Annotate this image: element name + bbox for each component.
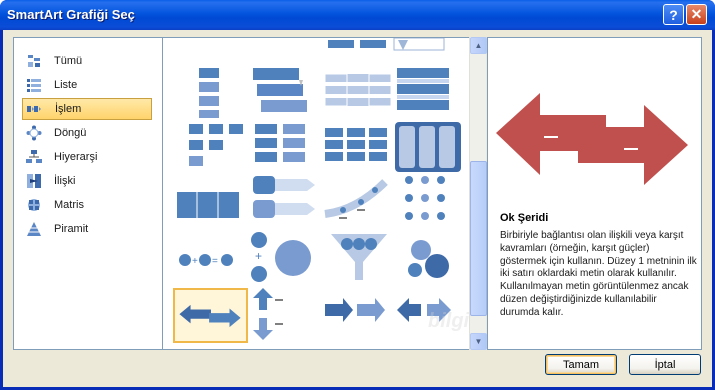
category-label: Döngü: [54, 127, 87, 139]
dialog-window: SmartArt Grafiği Seç ? ✕ Tümü Liste İşle…: [0, 0, 715, 390]
category-label: Tümü: [54, 55, 83, 67]
layout-thumbnail-12[interactable]: + =: [177, 232, 252, 287]
layout-description: Birbiriyle bağlantısı olan ilişkili veya…: [500, 230, 697, 318]
category-item-pyramid[interactable]: Piramit: [22, 218, 152, 240]
layout-thumbnail-5[interactable]: [249, 120, 324, 175]
category-item-list[interactable]: Liste: [22, 74, 152, 96]
matrix-icon: [28, 199, 40, 211]
layout-thumbnail-17[interactable]: [249, 286, 324, 341]
layout-thumbnail-10[interactable]: [321, 170, 396, 225]
pyramid-icon: [27, 222, 41, 236]
all-icon: [28, 55, 40, 67]
category-item-relationship[interactable]: İlişki: [22, 170, 152, 192]
layout-thumbnail-18[interactable]: [323, 286, 398, 341]
layout-thumbnail-15[interactable]: [395, 230, 470, 285]
gallery-scrollbar[interactable]: ▲ ▼: [469, 37, 487, 350]
cancel-button[interactable]: İptal: [629, 354, 701, 375]
category-item-hierarchy[interactable]: Hiyerarşi: [22, 146, 152, 168]
dialog-body: Tümü Liste İşlem Döngü Hiyerarşi İlişki …: [3, 30, 712, 387]
scroll-thumb[interactable]: [470, 161, 487, 316]
relationship-icon: [27, 174, 41, 188]
ok-button[interactable]: Tamam: [545, 354, 617, 375]
svg-text:+: +: [255, 249, 262, 263]
layout-thumbnail-13[interactable]: +: [249, 230, 324, 285]
layout-thumbnail-9[interactable]: [249, 170, 324, 225]
process-icon: [27, 106, 41, 112]
layout-thumbnail-4[interactable]: [171, 120, 246, 175]
window-title: SmartArt Grafiği Seç: [7, 7, 135, 22]
category-item-all[interactable]: Tümü: [22, 50, 152, 72]
layout-thumbnail-8[interactable]: [171, 178, 246, 233]
layout-thumbnail-arrow-ribbon[interactable]: [173, 288, 248, 343]
category-label: İşlem: [55, 103, 82, 115]
title-bar[interactable]: SmartArt Grafiği Seç ? ✕: [0, 0, 715, 30]
layout-thumbnail-3[interactable]: [395, 64, 470, 119]
scroll-down-button[interactable]: ▼: [470, 333, 487, 350]
layout-thumbnail-6[interactable]: [319, 120, 394, 175]
category-label: Matris: [54, 199, 84, 211]
category-label: Hiyerarşi: [54, 151, 98, 163]
list-icon: [27, 79, 41, 92]
svg-text:+: +: [192, 256, 198, 267]
layout-thumbnail-2[interactable]: [321, 64, 396, 119]
cycle-icon: [26, 125, 42, 141]
category-list: Tümü Liste İşlem Döngü Hiyerarşi İlişki …: [13, 37, 163, 350]
svg-text:=: =: [212, 256, 218, 267]
watermark: bilgi: [428, 310, 470, 332]
preview-panel: Ok Şeridi Birbiriyle bağlantısı olan ili…: [487, 37, 702, 350]
help-button[interactable]: ?: [663, 4, 684, 25]
layout-thumbnail-14[interactable]: [321, 230, 396, 285]
layout-gallery: + = + bilgi: [163, 37, 486, 350]
layout-thumbnail-11[interactable]: [399, 170, 474, 225]
category-item-matrix[interactable]: Matris: [22, 194, 152, 216]
layout-thumbnail-7[interactable]: [393, 120, 468, 175]
category-label: Piramit: [54, 223, 89, 235]
hierarchy-icon: [26, 150, 42, 163]
category-label: İlişki: [54, 175, 76, 187]
layout-thumbnail-0[interactable]: [171, 64, 246, 119]
scroll-up-button[interactable]: ▲: [470, 37, 487, 54]
layout-thumbnail-1[interactable]: [241, 64, 316, 119]
category-label: Liste: [54, 79, 78, 91]
layout-title: Ok Şeridi: [500, 212, 549, 224]
category-item-process[interactable]: İşlem: [22, 98, 152, 120]
arrow-ribbon-preview: [496, 93, 688, 185]
category-item-cycle[interactable]: Döngü: [22, 122, 152, 144]
close-button[interactable]: ✕: [686, 4, 707, 25]
